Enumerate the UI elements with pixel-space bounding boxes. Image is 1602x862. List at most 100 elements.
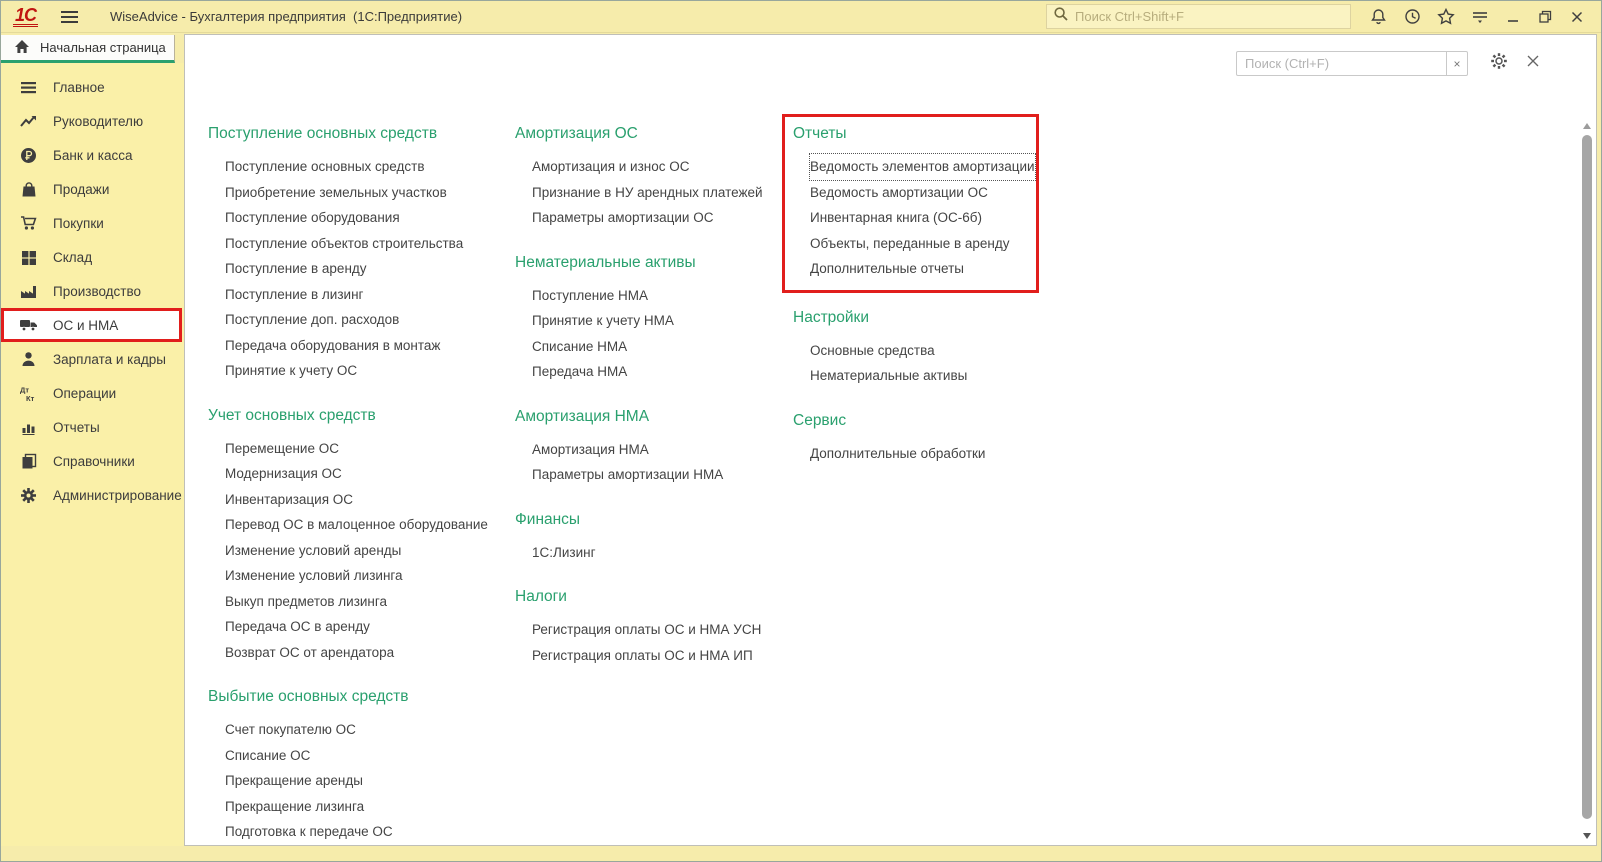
gear-icon bbox=[19, 487, 38, 504]
command-link[interactable]: Ведомость амортизации ОС bbox=[810, 180, 988, 206]
sidebar-item-bank-i-kassa[interactable]: Банк и касса bbox=[1, 138, 184, 172]
sidebar-item-administrirovanie[interactable]: Администрирование bbox=[1, 478, 184, 512]
command-link[interactable]: Поступление в лизинг bbox=[225, 282, 363, 308]
favorites-star-icon[interactable] bbox=[1429, 4, 1463, 30]
section-title: Отчеты bbox=[793, 125, 847, 142]
command-link[interactable]: Изменение условий аренды bbox=[225, 538, 401, 564]
command-link[interactable]: Амортизация НМА bbox=[532, 437, 649, 463]
history-icon[interactable] bbox=[1395, 4, 1429, 30]
command-link[interactable]: Поступление доп. расходов bbox=[225, 307, 399, 333]
command-link[interactable]: Поступление в аренду bbox=[225, 256, 367, 282]
factory-icon bbox=[19, 283, 38, 300]
sidebar-item-pokupki[interactable]: Покупки bbox=[1, 206, 184, 240]
sidebar-item-os-i-nma[interactable]: ОС и НМА bbox=[1, 308, 182, 342]
truck-icon bbox=[19, 317, 38, 334]
section-group: Амортизация НМА Амортизация НМА Параметры … bbox=[515, 406, 795, 488]
sidebar-item-zarplata-i-kadry[interactable]: Зарплата и кадры bbox=[1, 342, 184, 376]
command-link[interactable]: Прекращение аренды bbox=[225, 768, 363, 794]
sidebar-item-label: Производство bbox=[53, 283, 142, 299]
command-link[interactable]: Списание НМА bbox=[532, 334, 627, 360]
home-icon bbox=[14, 39, 30, 57]
command-link[interactable]: Передача ОС в аренду bbox=[225, 614, 370, 640]
command-link[interactable]: Регистрация оплаты ОС и НМА ИП bbox=[532, 643, 753, 669]
command-link[interactable]: Принятие к учету НМА bbox=[532, 308, 674, 334]
command-link[interactable]: Счет покупателю ОС bbox=[225, 717, 356, 743]
command-link[interactable]: Поступление объектов строительства bbox=[225, 231, 463, 257]
command-link[interactable]: 1С:Лизинг bbox=[532, 540, 596, 566]
section-group: Амортизация ОС Амортизация и износ ОС Приз… bbox=[515, 123, 795, 231]
tab-home[interactable]: Начальная страница bbox=[1, 35, 175, 63]
section-group: Налоги Регистрация оплаты ОС и НМА УСН Рег… bbox=[515, 586, 795, 668]
sidebar-item-label: Отчеты bbox=[53, 419, 100, 435]
sidebar-item-proizvodstvo[interactable]: Производство bbox=[1, 274, 184, 308]
command-link[interactable]: Принятие к учету ОС bbox=[225, 358, 357, 384]
boxes-icon bbox=[19, 249, 38, 266]
command-link[interactable]: Инвентарная книга (ОС-6б) bbox=[810, 205, 982, 231]
command-link[interactable]: Параметры амортизации ОС bbox=[532, 205, 713, 231]
section-group: Нематериальные активы Поступление НМА Прин… bbox=[515, 252, 795, 385]
search-icon bbox=[1053, 6, 1069, 27]
service-menu-icon[interactable] bbox=[1463, 4, 1497, 30]
command-link[interactable]: Поступление оборудования bbox=[225, 205, 400, 231]
section-group: Выбытие основных средств Счет покупателю … bbox=[208, 686, 508, 845]
section-group: Сервис Дополнительные обработки bbox=[793, 410, 1033, 467]
sidebar-item-label: Продажи bbox=[53, 181, 110, 197]
sidebar-item-label: Справочники bbox=[53, 453, 135, 469]
command-link[interactable]: Ведомость элементов амортизации bbox=[809, 153, 1036, 181]
command-link[interactable]: Нематериальные активы bbox=[810, 363, 967, 389]
menu-icon bbox=[19, 79, 38, 96]
notifications-bell-icon[interactable] bbox=[1361, 4, 1395, 30]
command-link[interactable]: Амортизация и износ ОС bbox=[532, 154, 690, 180]
section-sidebar: Главное Руководителю Банк и касса Продаж… bbox=[1, 63, 184, 846]
1c-logo-icon[interactable]: 1С bbox=[13, 6, 39, 27]
command-link[interactable]: Подготовка к передаче ОС bbox=[225, 819, 393, 845]
sidebar-item-prodazhi[interactable]: Продажи bbox=[1, 172, 184, 206]
command-link[interactable]: Дополнительные отчеты bbox=[810, 256, 964, 282]
command-link[interactable]: Перевод ОС в малоценное оборудование bbox=[225, 512, 488, 538]
command-link[interactable]: Приобретение земельных участков bbox=[225, 180, 447, 206]
scroll-down-icon[interactable] bbox=[1583, 833, 1591, 839]
command-link[interactable]: Объекты, переданные в аренду bbox=[810, 231, 1010, 257]
sidebar-item-operacii[interactable]: Дт Кт Операции bbox=[1, 376, 184, 410]
command-link[interactable]: Основные средства bbox=[810, 338, 935, 364]
command-link[interactable]: Передача НМА bbox=[532, 359, 627, 385]
section-title: Выбытие основных средств bbox=[208, 688, 409, 705]
scroll-thumb[interactable] bbox=[1582, 135, 1592, 819]
command-link[interactable]: Возврат ОС от арендатора bbox=[225, 640, 394, 666]
command-link[interactable]: Инвентаризация ОС bbox=[225, 487, 353, 513]
sidebar-item-spravochniki[interactable]: Справочники bbox=[1, 444, 184, 478]
command-link[interactable]: Прекращение лизинга bbox=[225, 794, 364, 820]
vertical-scrollbar[interactable] bbox=[1580, 87, 1595, 843]
column-3: Отчеты Ведомость элементов амортизации Вед… bbox=[782, 114, 1039, 487]
command-link[interactable]: Выкуп предметов лизинга bbox=[225, 589, 387, 615]
sidebar-item-sklad[interactable]: Склад bbox=[1, 240, 184, 274]
command-link[interactable]: Дополнительные обработки bbox=[810, 441, 985, 467]
section-title: Амортизация ОС bbox=[515, 125, 638, 142]
command-link[interactable]: Параметры амортизации НМА bbox=[532, 462, 723, 488]
command-link[interactable]: Модернизация ОС bbox=[225, 461, 342, 487]
command-link[interactable]: Поступление НМА bbox=[532, 283, 648, 309]
command-link[interactable]: Списание ОС bbox=[225, 743, 310, 769]
command-link[interactable]: Регистрация оплаты ОС и НМА УСН bbox=[532, 617, 761, 643]
command-link[interactable]: Перемещение ОС bbox=[225, 436, 339, 462]
command-link[interactable]: Признание в НУ арендных платежей bbox=[532, 180, 763, 206]
command-link[interactable]: Поступление основных средств bbox=[225, 154, 425, 180]
cart-icon bbox=[19, 215, 38, 232]
sidebar-item-otchety[interactable]: Отчеты bbox=[1, 410, 184, 444]
section-title: Учет основных средств bbox=[208, 406, 376, 424]
sidebar-item-label: Склад bbox=[53, 249, 93, 265]
sidebar-item-label: Руководителю bbox=[53, 113, 144, 129]
close-button[interactable] bbox=[1561, 4, 1593, 30]
section-title: Настройки bbox=[793, 308, 870, 326]
minimize-button[interactable] bbox=[1497, 4, 1529, 30]
command-link[interactable]: Изменение условий лизинга bbox=[225, 563, 403, 589]
scroll-up-icon[interactable] bbox=[1583, 123, 1591, 129]
sidebar-item-glavnoe[interactable]: Главное bbox=[1, 70, 184, 104]
main-menu-icon[interactable] bbox=[52, 5, 86, 29]
global-search-input[interactable] bbox=[1075, 9, 1344, 24]
restore-button[interactable] bbox=[1529, 4, 1561, 30]
sidebar-item-rukovoditelyu[interactable]: Руководителю bbox=[1, 104, 184, 138]
command-link[interactable]: Передача оборудования в монтаж bbox=[225, 333, 440, 359]
section-title: Налоги bbox=[515, 588, 567, 605]
sidebar-item-label: Операции bbox=[53, 385, 117, 401]
